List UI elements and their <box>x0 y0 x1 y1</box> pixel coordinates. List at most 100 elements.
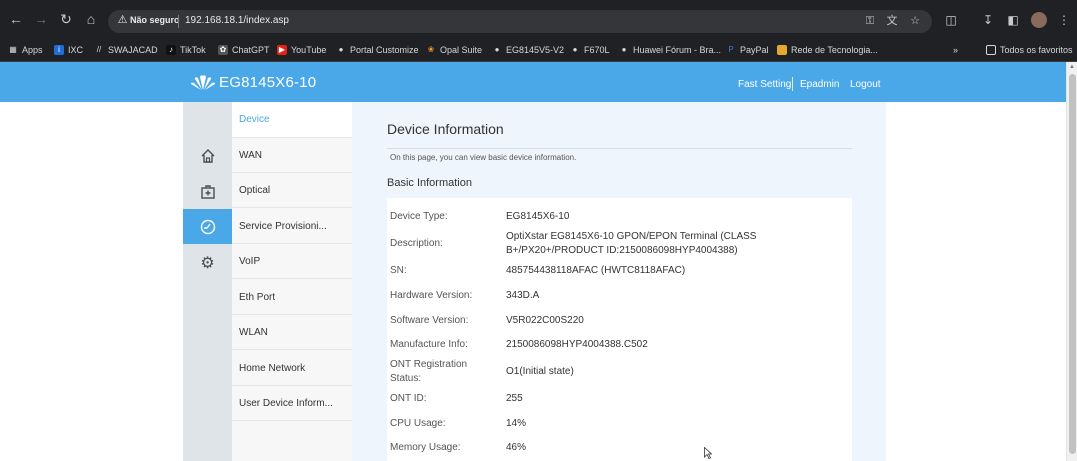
scroll-thumb[interactable] <box>1069 74 1076 454</box>
security-label[interactable]: Não seguro <box>130 15 180 25</box>
warning-icon[interactable]: ⚠ <box>116 14 129 27</box>
cpu-usage-value: 14% <box>506 418 527 429</box>
submenu: Device WAN Optical Service Provisioni...… <box>232 102 352 461</box>
menu-item-eth-port[interactable]: Eth Port <box>232 280 352 315</box>
page-description: On this page, you can view basic device … <box>390 153 577 162</box>
bookmark-label: SWAJACAD <box>108 45 158 55</box>
manufacture-info-label: Manufacture Info: <box>390 339 468 350</box>
menu-item-voip[interactable]: VoIP <box>232 244 352 279</box>
category-advanced[interactable]: ⚙ <box>183 245 232 280</box>
user-link[interactable]: Epadmin <box>800 79 839 90</box>
bookmark-label: YouTube <box>291 45 327 55</box>
software-version-label: Software Version: <box>390 315 469 326</box>
omnibox-divider <box>178 15 179 28</box>
manufacture-info-value: 2150086098HYP4004388.C502 <box>506 339 648 350</box>
url-text[interactable]: 192.168.18.1/index.asp <box>185 15 289 26</box>
forward-icon[interactable]: → <box>32 10 50 28</box>
home-icon[interactable]: ⌂ <box>82 10 100 28</box>
bookmark-label: ChatGPT <box>232 45 270 55</box>
menu-item-optical[interactable]: Optical <box>232 173 352 208</box>
fast-setting-link[interactable]: Fast Setting <box>738 79 791 90</box>
bookmark-label: EG8145V5-V2 <box>506 45 565 55</box>
device-info-table: Device Type: EG8145X6-10 Description: Op… <box>387 198 852 461</box>
page-title: Device Information <box>387 121 504 137</box>
gear-icon: ⚙ <box>200 254 215 272</box>
description-value: OptiXstar EG8145X6-10 GPON/EPON Terminal… <box>506 231 757 256</box>
all-bookmarks-label: Todos os favoritos <box>1000 45 1073 55</box>
sn-label: SN: <box>390 265 407 276</box>
memory-usage-label: Memory Usage: <box>390 442 461 453</box>
ont-registration-value: O1(Initial state) <box>506 366 574 377</box>
bookmark-youtube[interactable]: ▶ YouTube <box>277 43 326 57</box>
scrollbar[interactable]: ▲ <box>1066 62 1077 461</box>
bookmarks-overflow[interactable]: » <box>953 43 958 57</box>
title-divider <box>387 148 852 149</box>
more-icon[interactable]: ⋮ <box>1056 12 1072 28</box>
category-icon-column: ⚙ <box>183 102 238 461</box>
bookmark-label: Rede de Tecnologia... <box>791 45 878 55</box>
key-icon[interactable]: ⚿ <box>863 14 877 28</box>
back-icon[interactable]: ← <box>7 10 25 28</box>
menu-item-home-network[interactable]: Home Network <box>232 351 352 386</box>
category-home[interactable] <box>183 138 232 173</box>
avatar[interactable] <box>1031 12 1047 28</box>
ont-id-value: 255 <box>506 393 523 404</box>
scroll-up-icon[interactable]: ▲ <box>1069 64 1075 70</box>
memory-usage-value: 46% <box>506 442 527 453</box>
bookmark-eg8145v5[interactable]: ● EG8145V5-V2 <box>492 43 564 57</box>
star-icon[interactable]: ☆ <box>908 14 922 28</box>
bookmark-swajacad[interactable]: //SWAJACAD <box>94 43 158 57</box>
hardware-version-value: 343D.A <box>506 290 540 301</box>
ont-registration-label: ONT Registration Status: <box>390 359 468 384</box>
menu-item-service-provisioning[interactable]: Service Provisioni... <box>232 209 352 244</box>
bookmark-ixc[interactable]: i IXC <box>54 43 83 57</box>
bookmark-tiktok[interactable]: ♪ TikTok <box>166 43 206 57</box>
bookmark-apps[interactable]: ▦ Apps <box>8 43 43 57</box>
menu-item-wan[interactable]: WAN <box>232 138 352 173</box>
folder-icon <box>986 45 996 55</box>
bookmark-opal-suite[interactable]: ❀ Opal Suite <box>426 43 482 57</box>
bookmark-label: Huawei Fórum - Bra... <box>633 45 722 55</box>
main-content: Device Information On this page, you can… <box>352 102 886 461</box>
reload-icon[interactable]: ↻ <box>57 10 75 28</box>
bookmark-label: F670L <box>584 45 610 55</box>
extensions-icon[interactable]: ◫ <box>943 12 959 28</box>
all-bookmarks[interactable]: Todos os favoritos <box>986 43 1073 57</box>
sn-value: 485754438118AFAC (HWTC8118AFAC) <box>506 265 686 276</box>
bookmark-rede-tecnologia[interactable]: Rede de Tecnologia... <box>777 43 878 57</box>
bookmark-portal-customize[interactable]: ● Portal Customize <box>336 43 419 57</box>
category-maintenance[interactable] <box>183 174 232 209</box>
header-divider <box>792 77 793 91</box>
bookmark-label: IXC <box>68 45 84 55</box>
mouse-cursor-icon <box>704 447 712 459</box>
bookmark-f670l[interactable]: ● F670L <box>570 43 610 57</box>
cpu-usage-label: CPU Usage: <box>390 418 446 429</box>
software-version-value: V5R022C00S220 <box>506 315 584 326</box>
gauge-icon <box>200 219 215 234</box>
bookmark-label: Apps <box>22 45 43 55</box>
translate-icon[interactable]: 文 <box>885 14 899 28</box>
menu-item-device[interactable]: Device <box>232 102 352 138</box>
address-bar[interactable]: ⚠ Não seguro 192.168.18.1/index.asp ⚿ 文 … <box>108 10 932 33</box>
description-label: Description: <box>390 238 443 249</box>
section-title: Basic Information <box>387 177 472 189</box>
sidebar-icon[interactable]: ◧ <box>1005 12 1021 28</box>
hardware-version-label: Hardware Version: <box>390 290 473 301</box>
bookmark-chatgpt[interactable]: ✿ ChatGPT <box>218 43 270 57</box>
bookmark-label: Portal Customize <box>350 45 419 55</box>
device-type-label: Device Type: <box>390 211 448 222</box>
download-icon[interactable]: ↧ <box>980 12 996 28</box>
page-header: EG8145X6-10 Fast Setting Epadmin Logout <box>0 62 1066 102</box>
menu-item-user-device-info[interactable]: User Device Inform... <box>232 386 352 421</box>
ont-id-label: ONT ID: <box>390 393 427 404</box>
device-model: EG8145X6-10 <box>219 74 317 91</box>
browser-toolbar: ← → ↻ ⌂ ⚠ Não seguro 192.168.18.1/index.… <box>0 0 1077 38</box>
bookmark-paypal[interactable]: P PayPal <box>726 43 769 57</box>
bookmark-label: TikTok <box>180 45 206 55</box>
menu-item-wlan[interactable]: WLAN <box>232 315 352 350</box>
bookmark-huawei-forum[interactable]: ● Huawei Fórum - Bra... <box>619 43 721 57</box>
bookmarks-bar: ▦ Apps i IXC //SWAJACAD ♪ TikTok ✿ ChatGPT ▶… <box>0 38 1077 62</box>
bookmark-label: PayPal <box>740 45 769 55</box>
category-status[interactable] <box>183 209 238 244</box>
logout-link[interactable]: Logout <box>850 79 881 90</box>
